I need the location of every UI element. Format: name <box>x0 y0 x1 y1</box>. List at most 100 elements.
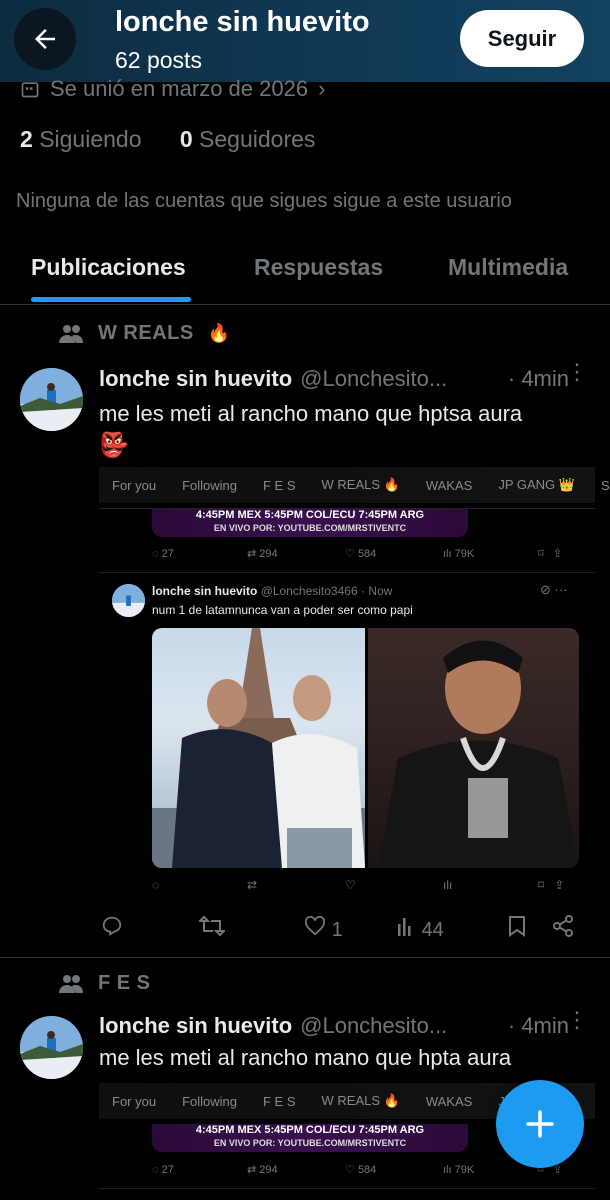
reply-button[interactable] <box>101 915 199 943</box>
post-divider <box>0 957 610 958</box>
share-icon <box>553 915 573 937</box>
community-label[interactable]: F E S <box>58 972 151 995</box>
follow-stats: 2 Siguiendo 0 Seguidores <box>20 126 315 153</box>
back-button[interactable] <box>14 8 76 70</box>
chip: WAKAS <box>425 1093 473 1109</box>
views-icon: ılı <box>443 547 452 560</box>
community-icon <box>59 974 83 993</box>
fire-emoji: 🔥 <box>207 323 231 343</box>
heart-icon <box>304 915 326 936</box>
avatar[interactable] <box>20 1016 83 1079</box>
compose-post-button[interactable] <box>496 1080 584 1168</box>
embed-reply: ◌ 27 <box>152 547 174 560</box>
views-icon: ılı <box>443 1163 452 1176</box>
tab-publicaciones[interactable]: Publicaciones <box>31 254 186 281</box>
post-header: lonche sin huevito @Lonchesito... · 4min <box>99 366 569 392</box>
tab-multimedia[interactable]: Multimedia <box>448 254 568 281</box>
community-icon <box>59 324 83 343</box>
share-button[interactable] <box>552 915 574 943</box>
photo-portrait <box>378 640 579 868</box>
display-name[interactable]: lonche sin huevito <box>99 366 292 392</box>
chip: WAKAS <box>425 477 473 493</box>
views-button[interactable]: 44 <box>396 916 508 942</box>
like-button[interactable]: 1 <box>304 915 396 942</box>
embed-like: ♡ 584 <box>345 1164 377 1176</box>
followers-link[interactable]: 0 Seguidores <box>180 126 316 152</box>
grok-icon: ⊘ ··· <box>540 582 568 597</box>
more-options-icon[interactable]: ⋮ <box>566 361 588 383</box>
embed-reply: ◌ 27 <box>152 1163 174 1176</box>
bookmark-icon: ⌑ <box>538 548 544 560</box>
plus-icon <box>526 1110 554 1138</box>
chip: For you <box>112 477 157 493</box>
repost-button[interactable] <box>197 915 304 943</box>
quote-avatar <box>112 584 145 617</box>
bookmark-button[interactable] <box>508 915 552 943</box>
chip: Following <box>182 477 237 493</box>
timestamp[interactable]: · 4min <box>508 366 569 392</box>
chip: F E S <box>263 1093 296 1109</box>
chip: F E S <box>263 477 296 493</box>
handle[interactable]: @Lonchesito... <box>300 366 447 392</box>
chip: For you <box>112 1093 157 1109</box>
stream-banner: 4:45PM MEX 5:45PM COL/ECU 7:45PM ARG EN … <box>152 1124 468 1152</box>
community-label[interactable]: W REALS 🔥 <box>58 322 230 345</box>
embed-stats: ◌ 27 ⇄ 294 ♡ 584 ılı 79K ⌑ ⇪ <box>152 1163 582 1177</box>
heart-icon: ♡ <box>345 878 356 892</box>
avatar-image <box>20 368 83 431</box>
reply-icon <box>102 916 122 936</box>
profile-header: lonche sin huevito 62 posts Seguir <box>0 0 610 82</box>
joined-text: Se unió en marzo de 2026 <box>50 76 309 101</box>
timestamp[interactable]: · 4min <box>508 1013 569 1039</box>
heart-icon: ♡ <box>345 1164 355 1176</box>
chip: JP GANG 👑 <box>498 477 575 492</box>
community-name: F E S <box>98 972 151 994</box>
reply-icon: ◌ <box>152 1163 159 1176</box>
embed-views: ılı 79K <box>443 1163 475 1176</box>
more-options-icon[interactable]: ⋮ <box>566 1009 588 1031</box>
joined-date: Se unió en marzo de 2026 › <box>20 76 325 102</box>
embed-repost: ⇄ 294 <box>247 1164 278 1176</box>
tab-respuestas[interactable]: Respuestas <box>254 254 383 281</box>
follow-button[interactable]: Seguir <box>460 10 584 67</box>
embed-stats: ◌ 27 ⇄ 294 ♡ 584 ılı 79K ⌑ ⇪ <box>152 547 582 561</box>
quote-text: num 1 de latamnunca van a poder ser como… <box>152 603 413 617</box>
photo-left[interactable] <box>152 628 365 868</box>
active-tab-indicator <box>31 297 191 302</box>
arrow-left-icon <box>35 29 55 49</box>
repost-icon <box>197 915 227 937</box>
display-name[interactable]: lonche sin huevito <box>99 1013 292 1039</box>
quote-actions: ◌ ⇄ ♡ ılı ⌑ ⇪ <box>152 878 582 892</box>
views-icon: ılı <box>443 878 453 892</box>
share-icon: ⇪ <box>552 548 563 560</box>
bookmark-icon: ⌑ <box>538 878 545 892</box>
embed-repost: ⇄ 294 <box>247 548 278 560</box>
embed-chip-row: For you Following F E S W REALS 🔥 WAKAS … <box>99 467 610 503</box>
goblin-emoji: 👺 <box>99 432 129 459</box>
reply-icon: ◌ <box>152 547 159 560</box>
post-header: lonche sin huevito @Lonchesito... · 4min <box>99 1013 569 1039</box>
photo-right[interactable] <box>368 628 579 868</box>
following-link[interactable]: 2 Siguiendo <box>20 126 142 152</box>
chip: W REALS 🔥 <box>321 1093 400 1108</box>
post-text: me les meti al rancho mano que hptsa aur… <box>99 401 523 459</box>
stream-banner: 4:45PM MEX 5:45PM COL/ECU 7:45PM ARG EN … <box>152 509 468 537</box>
post-actions: 1 44 <box>101 915 581 943</box>
avatar-image <box>20 1016 83 1079</box>
reply-icon: ◌ <box>152 878 160 892</box>
avatar[interactable] <box>20 368 83 431</box>
repost-icon: ⇄ <box>247 548 257 560</box>
no-mutual-followers-note: Ninguna de las cuentas que sigues sigue … <box>16 190 512 212</box>
chip: S <box>600 477 610 493</box>
share-icon: ⇪ <box>554 878 565 892</box>
handle[interactable]: @Lonchesito... <box>300 1013 447 1039</box>
chip: Following <box>182 1093 237 1109</box>
quote-header: lonche sin huevito @Lonchesito3466 · Now <box>152 584 393 598</box>
chip: W REALS 🔥 <box>321 477 400 492</box>
posts-count: 62 posts <box>115 47 202 73</box>
community-name: W REALS <box>98 322 194 344</box>
calendar-icon <box>21 82 39 98</box>
chevron-right-icon: › <box>318 76 326 101</box>
header-title: lonche sin huevito <box>115 6 370 38</box>
embed-views: ılı 79K <box>443 547 475 560</box>
